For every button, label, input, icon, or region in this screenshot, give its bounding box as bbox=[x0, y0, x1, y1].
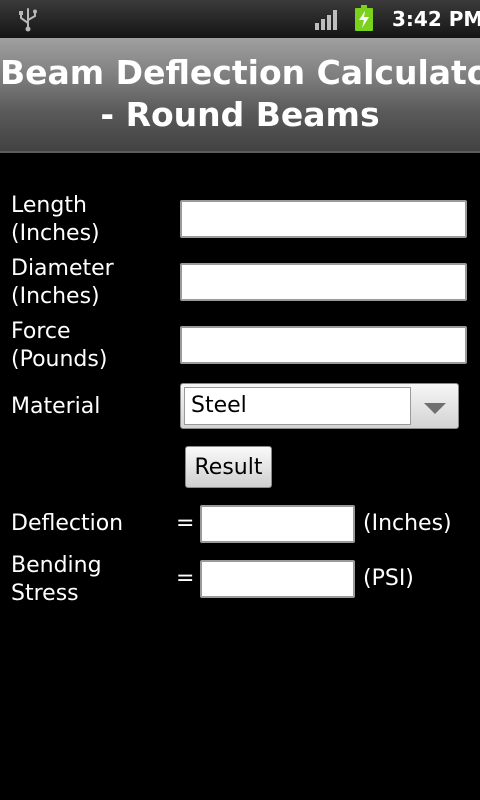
bending-stress-label: Bending Stress bbox=[11, 552, 102, 608]
bending-stress-label-line-1: Bending bbox=[11, 553, 102, 578]
material-dropdown[interactable]: Steel bbox=[180, 383, 459, 429]
bending-stress-label-line-2: Stress bbox=[11, 581, 79, 606]
force-label-line-1: Force bbox=[11, 319, 71, 344]
result-button[interactable]: Result bbox=[185, 446, 272, 488]
force-label: Force (Pounds) bbox=[11, 318, 107, 374]
deflection-label: Deflection bbox=[11, 511, 124, 536]
bending-stress-equals-sign: = bbox=[176, 566, 195, 591]
title-line-2: - Round Beams bbox=[100, 95, 380, 134]
deflection-equals-sign: = bbox=[176, 511, 195, 536]
bending-stress-output[interactable] bbox=[200, 560, 355, 598]
material-label: Material bbox=[11, 394, 101, 419]
usb-icon bbox=[19, 8, 37, 32]
title-line-1: Beam Deflection Calculator bbox=[0, 53, 480, 92]
status-bar: 3:42 PM bbox=[0, 0, 480, 38]
battery-charging-icon bbox=[355, 5, 373, 31]
length-label: Length (Inches) bbox=[11, 192, 100, 248]
force-label-line-2: (Pounds) bbox=[11, 347, 108, 372]
status-clock: 3:42 PM bbox=[392, 7, 480, 31]
page-title: Beam Deflection Calculator - Round Beams bbox=[0, 52, 480, 136]
diameter-input[interactable] bbox=[180, 263, 467, 301]
bending-stress-unit: (PSI) bbox=[363, 566, 414, 591]
length-input[interactable] bbox=[180, 200, 467, 238]
length-label-line-2: (Inches) bbox=[11, 221, 100, 246]
diameter-label: Diameter (Inches) bbox=[11, 255, 114, 311]
deflection-unit: (Inches) bbox=[363, 511, 452, 536]
length-label-line-1: Length bbox=[11, 193, 87, 218]
material-selected-value: Steel bbox=[184, 387, 411, 425]
app-title-bar: Beam Deflection Calculator - Round Beams bbox=[0, 38, 480, 153]
diameter-label-line-2: (Inches) bbox=[11, 284, 100, 309]
force-input[interactable] bbox=[180, 326, 467, 364]
diameter-label-line-1: Diameter bbox=[11, 256, 114, 281]
deflection-output[interactable] bbox=[200, 505, 355, 543]
chevron-down-icon bbox=[424, 403, 446, 414]
signal-icon bbox=[315, 10, 337, 30]
